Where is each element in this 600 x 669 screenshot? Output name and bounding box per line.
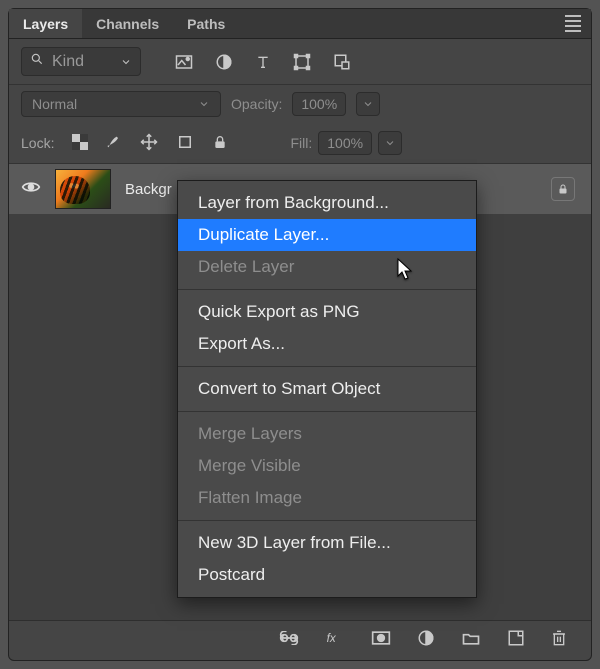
tab-paths[interactable]: Paths	[173, 9, 239, 38]
lock-pixels-icon[interactable]	[106, 134, 122, 153]
tab-layers[interactable]: Layers	[9, 9, 82, 38]
blend-mode-select[interactable]: Normal	[21, 91, 221, 117]
lock-artboard-icon[interactable]	[176, 133, 194, 154]
context-menu-separator	[178, 289, 476, 290]
lock-label: Lock:	[21, 135, 54, 151]
kind-label: Kind	[52, 53, 84, 71]
lock-all-icon[interactable]	[212, 134, 228, 153]
layer-lock-icon[interactable]	[551, 177, 575, 201]
panel-tabbar: Layers Channels Paths	[9, 9, 591, 39]
adjustment-layer-icon[interactable]	[417, 629, 435, 652]
tab-label: Layers	[23, 16, 68, 32]
blend-row: Normal Opacity: 100%	[9, 85, 591, 123]
chevron-down-icon	[120, 56, 132, 68]
link-layers-icon[interactable]	[279, 631, 299, 650]
context-menu-item: Delete Layer	[178, 251, 476, 283]
opacity-input[interactable]: 100%	[292, 92, 346, 116]
layer-thumbnail[interactable]	[55, 169, 111, 209]
visibility-toggle-icon[interactable]	[21, 180, 41, 199]
context-menu-item[interactable]: Export As...	[178, 328, 476, 360]
context-menu-item: Merge Layers	[178, 418, 476, 450]
context-menu-item: Merge Visible	[178, 450, 476, 482]
layer-context-menu[interactable]: Layer from Background...Duplicate Layer.…	[177, 180, 477, 598]
filter-row: Kind	[9, 39, 591, 84]
lock-position-icon[interactable]	[140, 133, 158, 154]
delete-layer-icon[interactable]	[551, 629, 567, 652]
lock-row: Lock: Fill: 100%	[9, 123, 591, 163]
fill-stepper[interactable]	[378, 131, 402, 155]
opacity-stepper[interactable]	[356, 92, 380, 116]
fill-value: 100%	[327, 135, 363, 151]
tab-label: Paths	[187, 16, 225, 32]
panel-menu-icon[interactable]	[565, 15, 581, 32]
context-menu-separator	[178, 366, 476, 367]
opacity-value: 100%	[301, 96, 337, 112]
context-menu-item[interactable]: Layer from Background...	[178, 187, 476, 219]
context-menu-separator	[178, 520, 476, 521]
adjustment-layer-filter-icon[interactable]	[215, 53, 233, 71]
blend-mode-value: Normal	[32, 96, 77, 112]
fill-input[interactable]: 100%	[318, 131, 372, 155]
layer-name-label[interactable]: Backgr	[125, 181, 172, 198]
tab-channels[interactable]: Channels	[82, 9, 173, 38]
context-menu-item[interactable]: New 3D Layer from File...	[178, 527, 476, 559]
context-menu-item[interactable]: Postcard	[178, 559, 476, 591]
layer-style-icon[interactable]: fx	[325, 630, 345, 651]
context-menu-separator	[178, 411, 476, 412]
context-menu-item[interactable]: Duplicate Layer...	[178, 219, 476, 251]
filter-icons	[175, 53, 373, 71]
kind-filter-select[interactable]: Kind	[21, 47, 141, 76]
type-layer-filter-icon[interactable]	[255, 54, 271, 70]
context-menu-item[interactable]: Quick Export as PNG	[178, 296, 476, 328]
pixel-layer-filter-icon[interactable]	[175, 54, 193, 70]
context-menu-item[interactable]: Convert to Smart Object	[178, 373, 476, 405]
smart-object-filter-icon[interactable]	[333, 53, 351, 71]
fill-label: Fill:	[290, 135, 312, 151]
shape-layer-filter-icon[interactable]	[293, 53, 311, 71]
panel-bottom-bar: fx	[9, 620, 591, 660]
search-icon	[30, 52, 44, 71]
group-layers-icon[interactable]	[461, 630, 481, 651]
opacity-label: Opacity:	[231, 96, 282, 112]
tab-label: Channels	[96, 16, 159, 32]
lock-transparency-icon[interactable]	[72, 134, 88, 153]
lock-icons	[72, 133, 228, 154]
chevron-down-icon	[198, 98, 210, 110]
layer-mask-icon[interactable]	[371, 630, 391, 651]
svg-text:fx: fx	[327, 632, 337, 645]
context-menu-item: Flatten Image	[178, 482, 476, 514]
new-layer-icon[interactable]	[507, 629, 525, 652]
